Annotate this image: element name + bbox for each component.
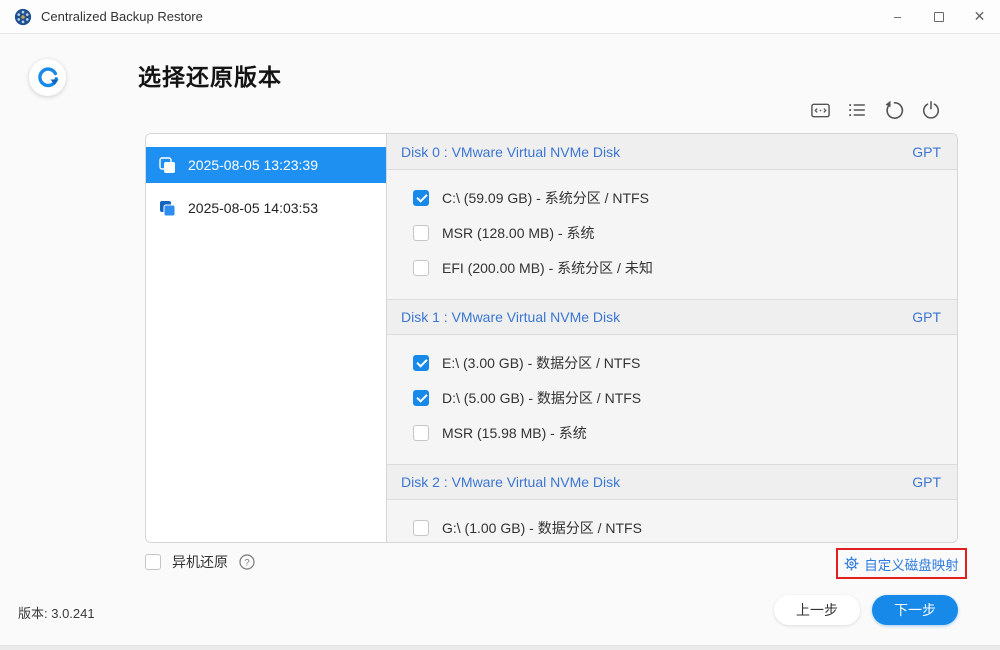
app-logo-icon [14,8,32,26]
partition-label: D:\ (5.00 GB) - 数据分区 / NTFS [442,388,641,408]
restore-panel: 2025-08-05 13:23:39 2025-08-05 14:03:53 … [145,133,958,543]
version-list: 2025-08-05 13:23:39 2025-08-05 14:03:53 [146,134,387,542]
page-title: 选择还原版本 [138,58,282,92]
custom-disk-mapping-label: 自定义磁盘映射 [864,554,959,574]
disk-group: Disk 2 : VMware Virtual NVMe Disk GPT G:… [387,464,957,542]
svg-text:?: ? [244,557,249,568]
partition-row: G:\ (1.00 GB) - 数据分区 / NTFS [387,510,957,542]
partition-checkbox[interactable] [413,225,429,241]
partition-checkbox[interactable] [413,260,429,276]
gear-icon [844,556,859,571]
help-icon[interactable]: ? [239,554,255,570]
other-machine-restore-label: 异机还原 [172,552,228,572]
disk-header: Disk 2 : VMware Virtual NVMe Disk GPT [387,464,957,500]
disk-partition-table: GPT [912,309,941,325]
partition-row: EFI (200.00 MB) - 系统分区 / 未知 [387,250,957,285]
disk-group: Disk 0 : VMware Virtual NVMe Disk GPT C:… [387,134,957,299]
annotation-highlight: 自定义磁盘映射 [836,548,967,579]
previous-step-button[interactable]: 上一步 [774,595,860,625]
partition-checkbox[interactable] [413,520,429,536]
version-item-label: 2025-08-05 14:03:53 [188,200,318,216]
app-version-label: 版本: 3.0.241 [18,603,95,622]
partition-row: C:\ (59.09 GB) - 系统分区 / NTFS [387,180,957,215]
partition-label: C:\ (59.09 GB) - 系统分区 / NTFS [442,188,649,208]
close-button[interactable]: ✕ [959,0,1000,33]
partition-label: MSR (15.98 MB) - 系统 [442,423,587,443]
partition-list: E:\ (3.00 GB) - 数据分区 / NTFS D:\ (5.00 GB… [387,335,957,464]
restore-logo [29,59,66,96]
partition-list: C:\ (59.09 GB) - 系统分区 / NTFS MSR (128.00… [387,170,957,299]
other-machine-restore-checkbox[interactable] [145,554,161,570]
console-icon[interactable] [809,99,831,121]
version-list-item[interactable]: 2025-08-05 13:23:39 [146,147,386,183]
custom-disk-mapping-link[interactable]: 自定义磁盘映射 [844,554,959,574]
version-list-item[interactable]: 2025-08-05 14:03:53 [146,190,386,226]
disk-name: Disk 0 : VMware Virtual NVMe Disk [401,144,620,160]
disk-partition-table: GPT [912,474,941,490]
snapshot-icon [158,156,177,175]
title-bar: Centralized Backup Restore – ✕ [0,0,1000,34]
disk-header: Disk 0 : VMware Virtual NVMe Disk GPT [387,134,957,170]
minimize-button[interactable]: – [877,0,918,33]
maximize-icon [934,12,944,22]
partition-label: EFI (200.00 MB) - 系统分区 / 未知 [442,258,653,278]
partition-row: D:\ (5.00 GB) - 数据分区 / NTFS [387,380,957,415]
restore-arrow-icon [36,66,60,90]
partition-label: G:\ (1.00 GB) - 数据分区 / NTFS [442,518,642,538]
partition-checkbox[interactable] [413,390,429,406]
partition-row: MSR (15.98 MB) - 系统 [387,415,957,450]
disk-name: Disk 1 : VMware Virtual NVMe Disk [401,309,620,325]
log-list-icon[interactable] [846,99,868,121]
window-bottom-edge [0,645,1000,650]
partition-row: MSR (128.00 MB) - 系统 [387,215,957,250]
power-icon[interactable] [920,99,942,121]
disk-name: Disk 2 : VMware Virtual NVMe Disk [401,474,620,490]
disk-group: Disk 1 : VMware Virtual NVMe Disk GPT E:… [387,299,957,464]
toolbar [809,99,942,121]
partition-label: E:\ (3.00 GB) - 数据分区 / NTFS [442,353,640,373]
partition-checkbox[interactable] [413,425,429,441]
disk-header: Disk 1 : VMware Virtual NVMe Disk GPT [387,299,957,335]
partition-checkbox[interactable] [413,190,429,206]
disk-list: Disk 0 : VMware Virtual NVMe Disk GPT C:… [387,134,957,542]
partition-label: MSR (128.00 MB) - 系统 [442,223,594,243]
snapshot-icon [158,199,177,218]
partition-checkbox[interactable] [413,355,429,371]
maximize-button[interactable] [918,0,959,33]
disk-partition-table: GPT [912,144,941,160]
restore-icon[interactable] [883,99,905,121]
other-machine-restore: 异机还原 ? [145,552,255,572]
next-step-button[interactable]: 下一步 [872,595,958,625]
partition-row: E:\ (3.00 GB) - 数据分区 / NTFS [387,345,957,380]
window-title: Centralized Backup Restore [41,9,203,24]
version-item-label: 2025-08-05 13:23:39 [188,157,318,173]
partition-list: G:\ (1.00 GB) - 数据分区 / NTFS [387,500,957,542]
